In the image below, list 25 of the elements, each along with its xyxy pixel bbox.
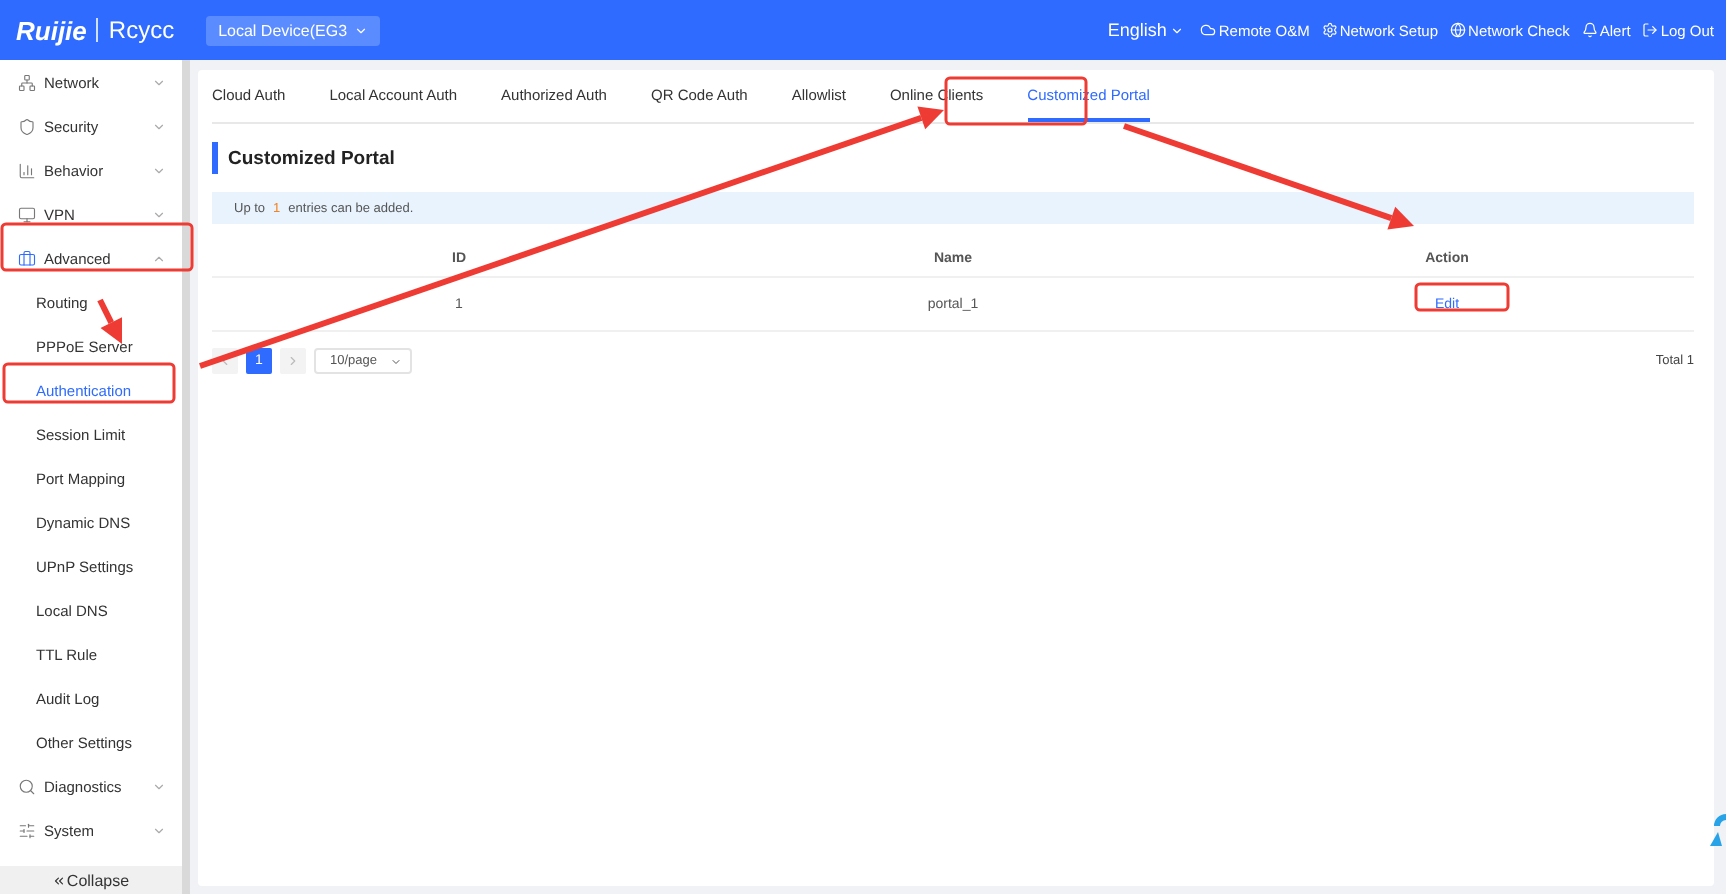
chevron-down-icon xyxy=(1170,23,1185,37)
brand-logo: Ruijie xyxy=(16,15,87,45)
gear-icon xyxy=(1321,22,1338,38)
collapse-button[interactable]: Collapse xyxy=(0,866,182,894)
section-title: Customized Portal xyxy=(212,142,1694,174)
network-icon xyxy=(18,73,36,91)
shield-icon xyxy=(18,117,36,135)
language-selector[interactable]: English xyxy=(1107,20,1185,40)
chevron-down-icon xyxy=(389,355,401,367)
cloud-icon xyxy=(1200,22,1217,38)
bar-chart-icon xyxy=(18,161,36,179)
briefcase-icon xyxy=(18,249,36,267)
bell-icon xyxy=(1581,22,1598,38)
chevron-down-icon xyxy=(353,23,368,37)
sliders-icon xyxy=(18,821,36,839)
assistant-icon[interactable] xyxy=(1710,810,1726,850)
search-icon xyxy=(18,777,36,795)
product-name: Rcycc xyxy=(108,16,175,44)
annotation-arrow xyxy=(97,298,122,344)
globe-icon xyxy=(1450,22,1467,38)
log-out-icon xyxy=(1642,22,1659,38)
double-chevron-left-icon xyxy=(52,873,67,887)
chevron-right-icon xyxy=(286,354,300,368)
highlight-frame xyxy=(1414,282,1510,312)
monitor-icon xyxy=(18,205,36,223)
